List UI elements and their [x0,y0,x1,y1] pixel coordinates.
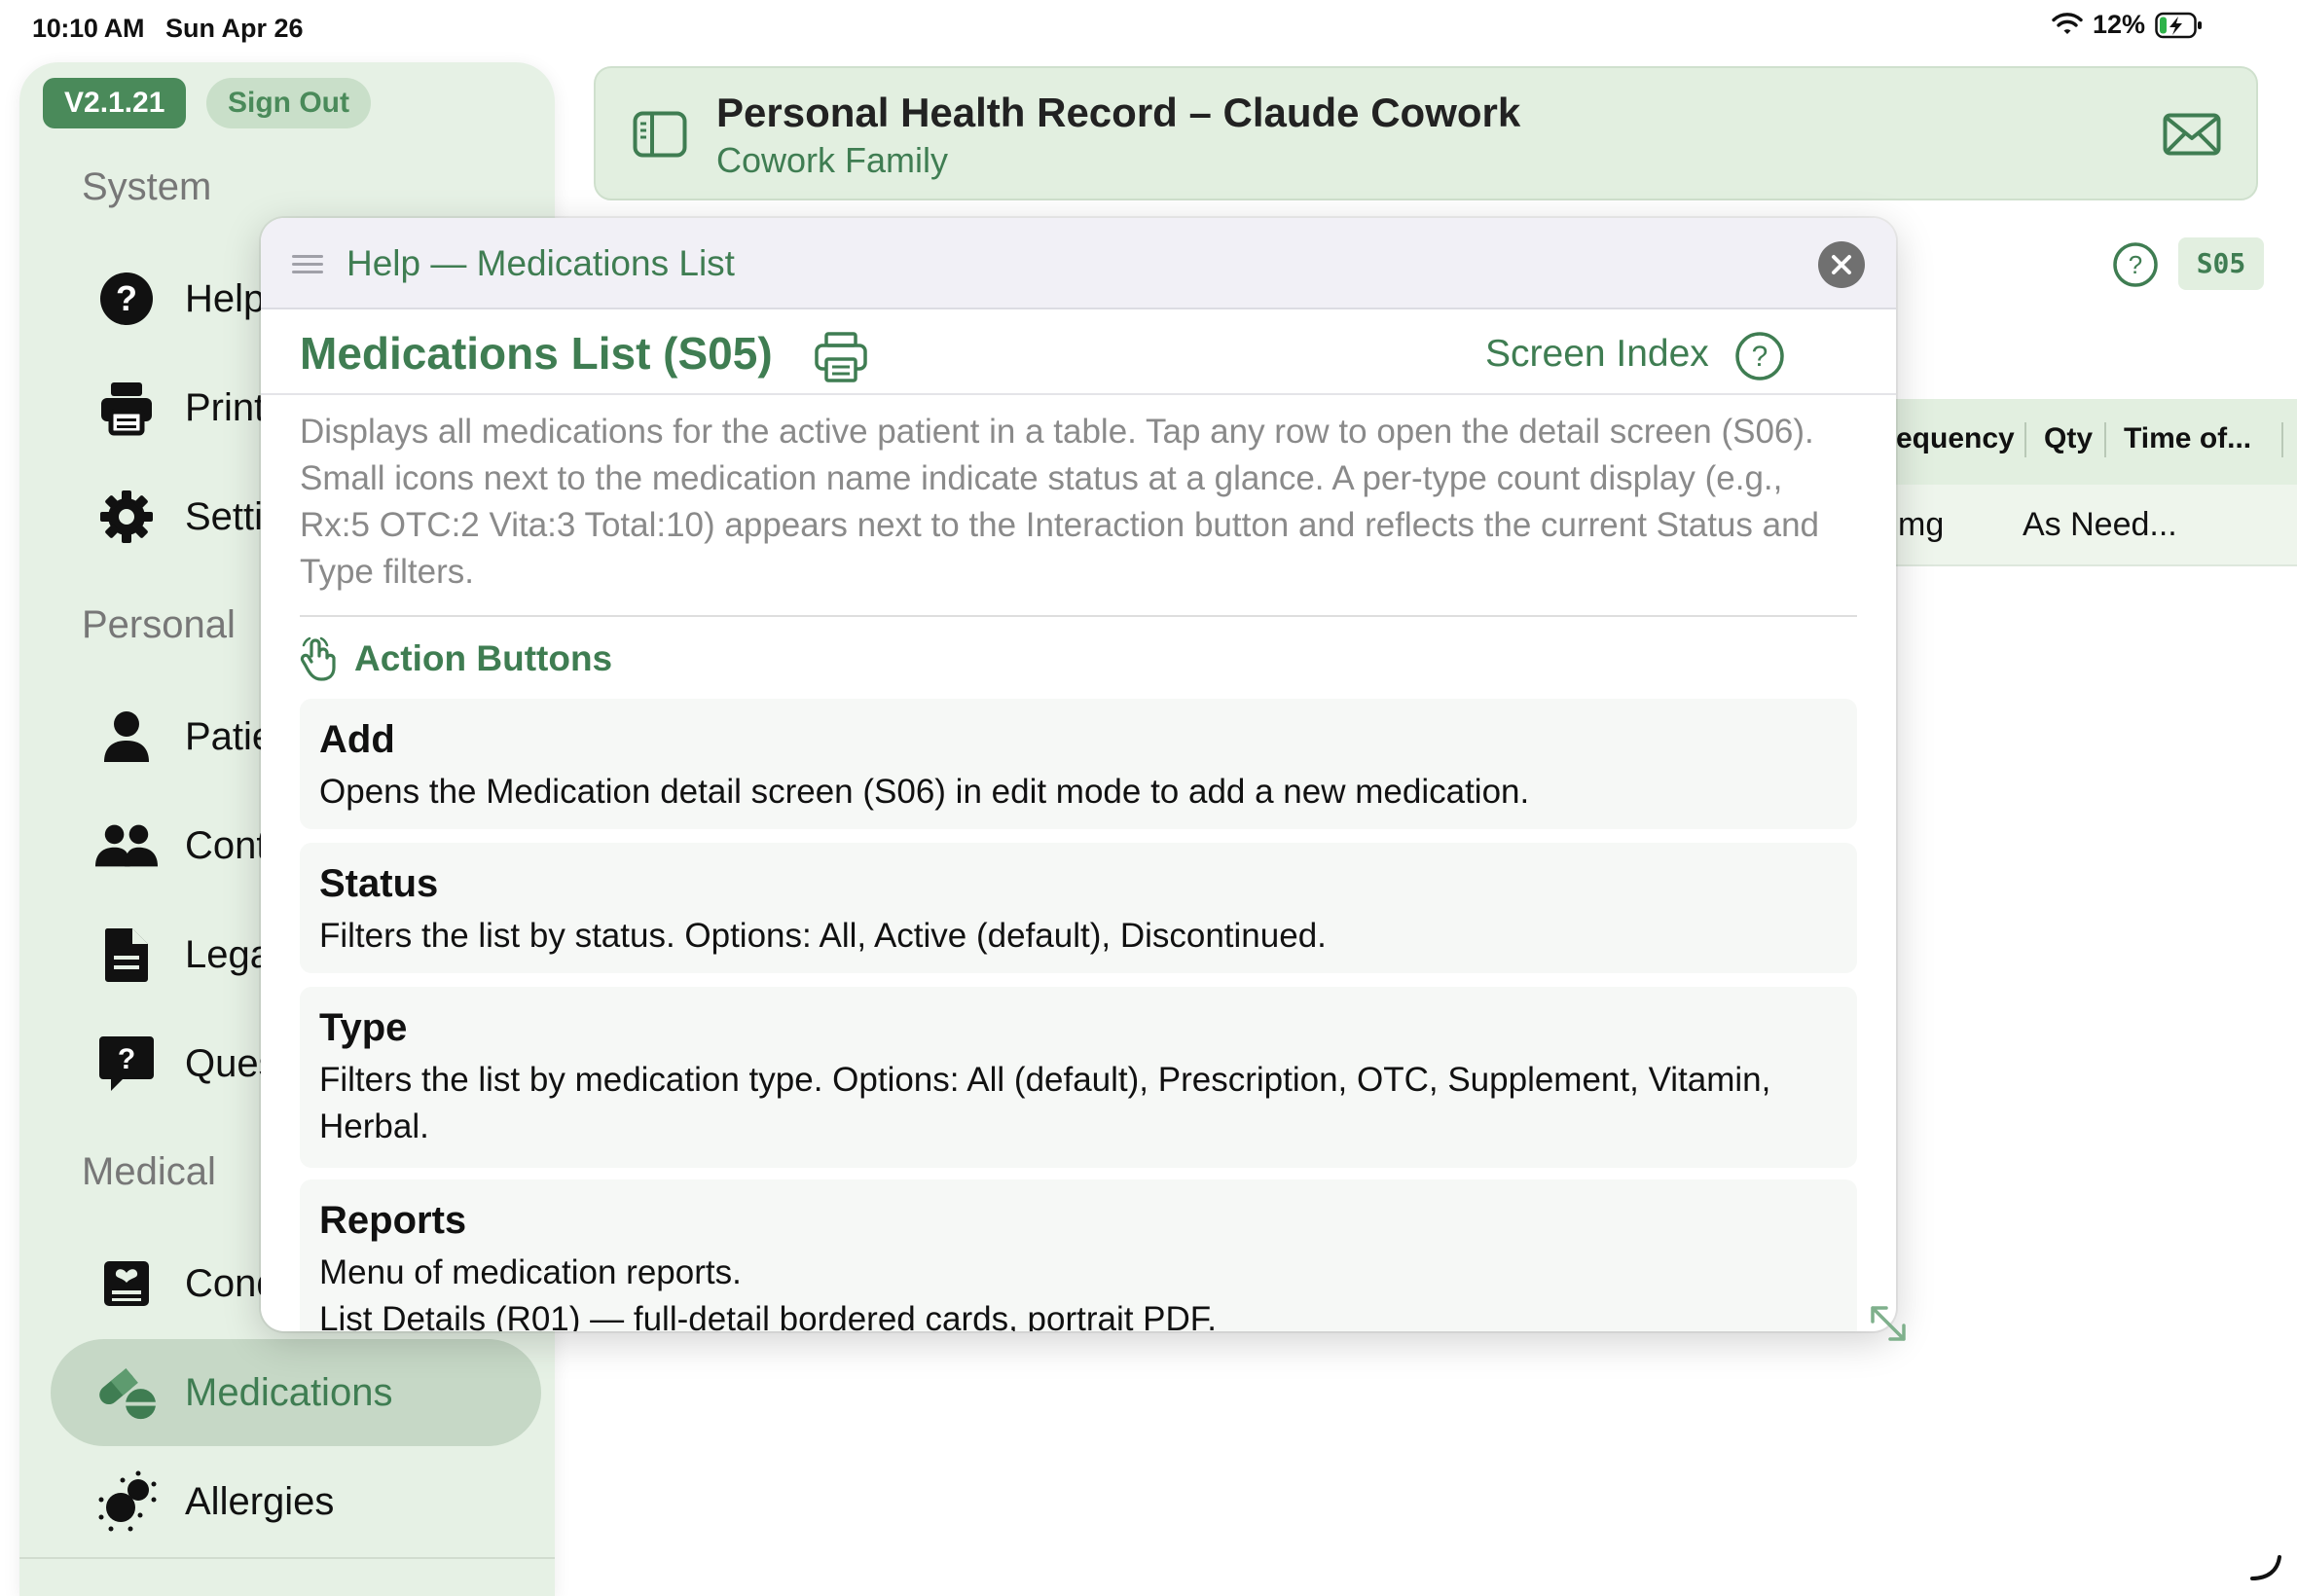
svg-text:?: ? [116,278,137,318]
version-badge: V2.1.21 [43,78,187,128]
resize-handle-icon[interactable] [1869,1304,1908,1348]
sidebar-item-label: Medications [185,1370,393,1414]
help-card-title: Reports [319,1199,467,1242]
wifi-icon [2052,12,2083,34]
person-icon [95,706,158,768]
help-card-text: Filters the list by status. Options: All… [319,917,1327,955]
question-bubble-icon: ? [95,1033,158,1095]
svg-text:?: ? [1752,341,1768,373]
sidebar-item-allergies[interactable]: Allergies [51,1448,541,1555]
section-title: Action Buttons [354,638,613,678]
column-separator [2281,422,2283,457]
printer-icon [95,377,158,439]
help-icon: ? [95,268,158,330]
help-card-title: Add [319,718,395,761]
help-card-title: Status [319,862,439,905]
printer-icon[interactable] [814,331,868,388]
envelope-icon[interactable] [2163,113,2221,161]
sign-out-button[interactable]: Sign Out [206,78,371,128]
column-separator [2024,422,2026,457]
svg-text:?: ? [118,1043,135,1075]
close-icon [1832,255,1851,274]
sidebar-item-label: Allergies [185,1479,335,1523]
people-icon [95,815,158,877]
help-card-text: Opens the Medication detail screen (S06)… [319,773,1530,811]
status-date: Sun Apr 26 [165,14,304,43]
battery-percent: 12% [2092,10,2145,39]
help-card-reports: Reports Menu of medication reports. List… [300,1179,1857,1331]
help-modal: Help — Medications List Medications List… [261,218,1896,1331]
help-card-type: Type Filters the list by medication type… [300,987,1857,1168]
page-title: Personal Health Record – Claude Cowork [716,90,1521,135]
column-header-frequency[interactable]: equency [1896,422,2015,455]
status-time: 10:10 AM [32,14,145,43]
hand-tap-icon [300,636,336,681]
column-header-time-of[interactable]: Time of... [2124,422,2251,455]
modal-titlebar[interactable]: Help — Medications List [261,218,1896,309]
document-icon [95,924,158,986]
heart-clipboard-icon [95,1252,158,1315]
help-card-text: Filters the list by medication type. Opt… [319,1061,1771,1145]
svg-text:?: ? [2129,250,2142,279]
status-bar: 10:10 AM Sun Apr 26 12% [0,0,2297,58]
help-card-text: Menu of medication reports. [319,1253,742,1291]
allergen-icon [95,1470,158,1533]
sidebar-divider [19,1557,555,1559]
section-header-system: System [82,165,212,208]
screen-index-help-icon[interactable]: ? [1734,331,1785,386]
modal-title: Help — Medications List [346,243,735,283]
modal-heading-row: Medications List (S05) Screen Index ? [261,309,1896,395]
divider [300,615,1857,617]
close-button[interactable] [1818,241,1865,288]
scroll-corner-indicator [2248,1553,2283,1587]
sidebar-item-medications[interactable]: Medications [51,1339,541,1446]
screen-help-icon[interactable]: ? [2112,241,2159,293]
pills-icon [95,1361,158,1424]
action-buttons-section-header: Action Buttons [300,636,612,681]
help-card-text: List Details (R01) — full-detail bordere… [319,1300,1218,1331]
header-card: Personal Health Record – Claude Cowork C… [594,66,2258,200]
screen-index-link[interactable]: Screen Index [1485,333,1709,376]
help-description: Displays all medications for the active … [300,413,1820,591]
battery-charging-icon [2155,12,2202,38]
column-header-qty[interactable]: Qty [2044,422,2093,455]
help-card-title: Type [319,1006,408,1049]
column-separator [2104,422,2106,457]
help-card-add: Add Opens the Medication detail screen (… [300,699,1857,829]
table-cell: mg [1898,506,1945,543]
table-cell: As Need... [2023,506,2177,543]
drag-handle-icon[interactable] [292,255,323,279]
page-subtitle: Cowork Family [716,140,949,180]
section-header-personal: Personal [82,603,236,646]
sidebar-toggle-icon[interactable] [633,111,687,163]
help-heading: Medications List (S05) [300,328,773,379]
section-header-medical: Medical [82,1150,216,1193]
sidebar-item-label: Print [185,385,266,429]
gear-icon [95,486,158,548]
status-right: 12% [2052,10,2204,40]
help-card-status: Status Filters the list by status. Optio… [300,843,1857,973]
sidebar-item-label: Help [185,276,266,320]
screen-code-badge: S05 [2178,237,2264,290]
